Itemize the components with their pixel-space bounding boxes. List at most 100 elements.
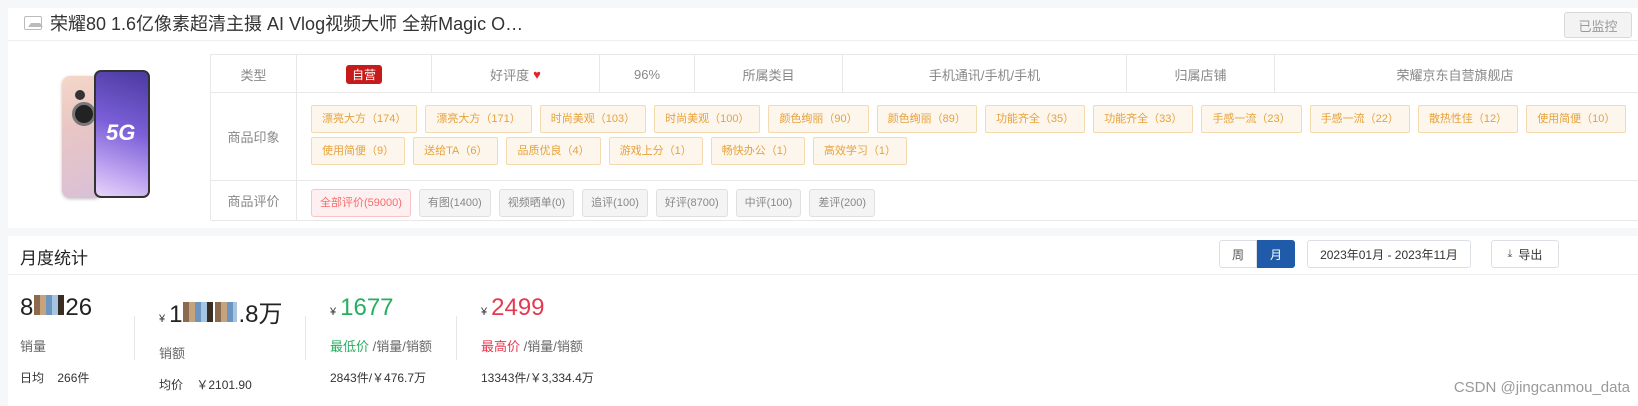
stats-title: 月度统计: [20, 249, 88, 268]
min-price-value: ¥ 1677: [330, 294, 432, 322]
review-filter[interactable]: 追评(100): [582, 189, 648, 217]
revenue-label: 销额: [159, 346, 186, 361]
camera-lens-icon: [75, 90, 85, 100]
category-value: 手机通讯/手机/手机: [843, 55, 1127, 93]
impression-tag[interactable]: 功能齐全（35）: [984, 105, 1086, 133]
avg-value: ￥2101.90: [196, 378, 252, 392]
impression-tag[interactable]: 散热性佳（12）: [1417, 105, 1519, 133]
review-filter[interactable]: 全部评价(59000): [311, 189, 411, 217]
sales-value-suffix: 26: [65, 294, 93, 321]
export-button[interactable]: ⤓ 导出: [1491, 240, 1559, 268]
revenue-value-suffix: .8万: [238, 301, 283, 328]
impression-tag[interactable]: 功能齐全（33）: [1093, 105, 1194, 133]
divider: [305, 316, 306, 360]
week-toggle-button[interactable]: 周: [1219, 240, 1257, 268]
impression-tag[interactable]: 颜色绚丽（90）: [768, 105, 869, 133]
self-operated-badge: 自营: [345, 64, 382, 84]
impressions-row: 商品印象 漂亮大方（174） 漂亮大方（171） 时尚美观（103） 时尚美观（100…: [211, 93, 1638, 181]
reviews-row: 商品评价 全部评价(59000) 有图(1400) 视频晒单(0) 追评(100) 好评…: [211, 181, 1638, 221]
rating-value: 96%: [600, 55, 695, 93]
impressions-label: 商品印象: [211, 93, 297, 180]
rating-label-cell: 好评度 ♥: [432, 55, 600, 93]
review-filter[interactable]: 有图(1400): [418, 189, 491, 217]
impression-tag[interactable]: 时尚美观（103）: [539, 105, 647, 133]
divider: [456, 316, 457, 360]
redacted-mosaic: [183, 302, 214, 322]
daily-label: 日均: [20, 371, 45, 385]
impression-tag[interactable]: 手感一流（23）: [1201, 105, 1302, 133]
image-icon: [24, 16, 43, 30]
impression-tag[interactable]: 使用简便（9）: [311, 137, 406, 165]
review-filter[interactable]: 差评(200): [809, 189, 876, 217]
max-price-label: 最高价 /销量/销额: [481, 336, 594, 355]
avg-label: 均价: [159, 378, 184, 392]
impression-tag[interactable]: 使用简便（10）: [1526, 105, 1627, 133]
sales-value-prefix: 8: [20, 294, 34, 321]
redacted-mosaic: [215, 302, 238, 322]
min-price-stat: ¥ 1677 最低价 /销量/销额 2843件/￥476.7万: [330, 294, 432, 386]
monthly-stats-card: 月度统计 周 月 2023年01月 - 2023年11月 ⤓ 导出 8 26 销…: [8, 236, 1638, 406]
rating-label: 好评度: [490, 67, 530, 83]
impressions-tags: 漂亮大方（174） 漂亮大方（171） 时尚美观（103） 时尚美观（100） 颜色绚丽…: [311, 105, 1631, 165]
max-price-label-suffix: /销量/销额: [520, 339, 583, 354]
info-row: 类型 自营 好评度 ♥ 96% 所属类目 手机通讯/手机/手机 归属店铺 荣耀京…: [211, 55, 1638, 93]
product-image[interactable]: 5G: [56, 68, 156, 206]
store-label: 归属店铺: [1127, 55, 1275, 93]
daily-value: 266件: [57, 371, 90, 385]
sales-value: 8 26: [20, 294, 92, 322]
max-price-label-text: 最高价: [481, 339, 521, 354]
impression-tag[interactable]: 品质优良（4）: [506, 137, 601, 165]
impression-tag[interactable]: 手感一流（22）: [1309, 105, 1410, 133]
revenue-avg: 均价 ￥2101.90: [159, 376, 283, 393]
heart-icon: ♥: [533, 66, 541, 82]
max-price-foot: 13343件/￥3,334.4万: [481, 371, 594, 385]
product-title[interactable]: 荣耀80 1.6亿像素超清主摄 AI Vlog视频大师 全新Magic O…: [50, 10, 523, 36]
impression-tag[interactable]: 漂亮大方（171）: [425, 105, 532, 133]
watermark: CSDN @jingcanmou_data: [1453, 379, 1630, 396]
currency-symbol: ¥: [330, 306, 337, 318]
reviews-label: 商品评价: [211, 181, 297, 220]
divider: [8, 274, 1638, 275]
product-title-row: 荣耀80 1.6亿像素超清主摄 AI Vlog视频大师 全新Magic O… 已…: [8, 8, 1638, 38]
export-label: 导出: [1518, 247, 1543, 262]
currency-symbol: ¥: [159, 313, 166, 325]
type-cell: 自营: [297, 55, 432, 93]
revenue-value-prefix: 1: [169, 301, 183, 328]
review-filter[interactable]: 视频晒单(0): [498, 189, 575, 217]
impression-tag[interactable]: 游戏上分（1）: [608, 137, 703, 165]
phone-5g-text: 5G: [106, 120, 136, 145]
divider: [134, 316, 135, 360]
camera-ring-icon: [72, 102, 96, 126]
phone-front-image: 5G: [94, 70, 150, 198]
review-filter[interactable]: 好评(8700): [655, 189, 728, 217]
category-label: 所属类目: [695, 55, 843, 93]
type-label: 类型: [211, 55, 297, 93]
month-toggle-button[interactable]: 月: [1257, 240, 1295, 268]
date-range-picker[interactable]: 2023年01月 - 2023年11月: [1307, 240, 1471, 268]
impression-tag[interactable]: 高效学习（1）: [812, 137, 907, 165]
impression-tag[interactable]: 时尚美观（100）: [654, 105, 761, 133]
review-filter[interactable]: 中评(100): [735, 189, 802, 217]
product-info-table: 类型 自营 好评度 ♥ 96% 所属类目 手机通讯/手机/手机 归属店铺 荣耀京…: [210, 54, 1638, 221]
review-filters: 全部评价(59000) 有图(1400) 视频晒单(0) 追评(100) 好评(8700…: [311, 189, 876, 217]
divider: [8, 40, 1638, 41]
monitor-button[interactable]: 已监控: [1564, 12, 1632, 38]
download-icon: ⤓: [1507, 247, 1513, 260]
impression-tag[interactable]: 送给TA（6）: [413, 137, 499, 165]
min-price-foot: 2843件/￥476.7万: [330, 371, 427, 385]
currency-symbol: ¥: [481, 306, 488, 318]
product-card: 荣耀80 1.6亿像素超清主摄 AI Vlog视频大师 全新Magic O… 已…: [8, 8, 1638, 228]
impression-tag[interactable]: 漂亮大方（174）: [311, 105, 418, 133]
min-price-number: 1677: [340, 294, 394, 321]
sales-daily: 日均 266件: [20, 369, 92, 386]
sales-stat: 8 26 销量 日均 266件: [20, 294, 92, 386]
max-price-stat: ¥ 2499 最高价 /销量/销额 13343件/￥3,334.4万: [481, 294, 594, 386]
store-value[interactable]: 荣耀京东自营旗舰店: [1275, 55, 1635, 93]
redacted-mosaic: [34, 295, 65, 315]
min-price-label-text: 最低价: [330, 339, 370, 354]
max-price-number: 2499: [491, 294, 545, 321]
min-price-label: 最低价 /销量/销额: [330, 336, 432, 355]
sales-label: 销量: [20, 339, 47, 354]
impression-tag[interactable]: 畅快办公（1）: [710, 137, 805, 165]
impression-tag[interactable]: 颜色绚丽（89）: [876, 105, 977, 133]
